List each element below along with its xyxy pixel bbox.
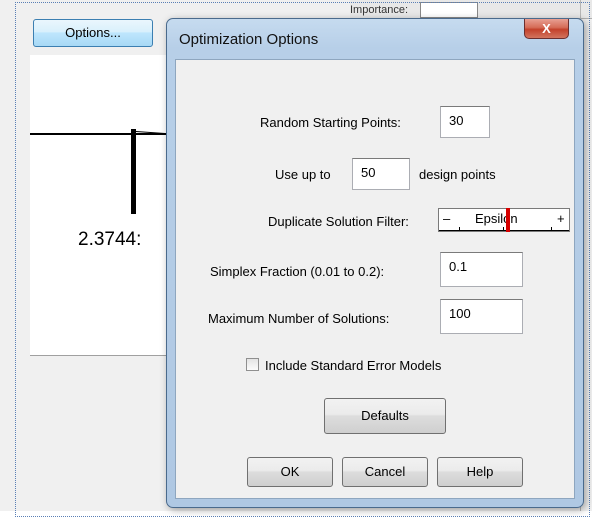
design-points-suffix-label: design points xyxy=(419,167,496,182)
ok-button[interactable]: OK xyxy=(247,457,333,487)
dialog-title: Optimization Options xyxy=(179,31,319,48)
plot-area: 2.3744: xyxy=(30,55,196,356)
design-points-input[interactable]: 50 xyxy=(352,158,410,190)
simplex-fraction-label: Simplex Fraction (0.01 to 0.2): xyxy=(210,264,385,279)
cancel-button[interactable]: Cancel xyxy=(342,457,428,487)
options-button[interactable]: Options... xyxy=(33,19,153,47)
slider-tick xyxy=(551,227,552,231)
max-solutions-input[interactable]: 100 xyxy=(440,299,523,334)
duplicate-filter-slider[interactable]: – Epsilon + xyxy=(438,208,570,232)
design-points-prefix-label: Use up to xyxy=(275,167,331,182)
slider-tick xyxy=(503,227,504,231)
random-starting-points-input[interactable]: 30 xyxy=(440,106,490,138)
dialog-client-area: Random Starting Points: 30 Use up to 50 … xyxy=(175,59,575,499)
random-starting-points-label: Random Starting Points: xyxy=(260,115,401,130)
max-solutions-label: Maximum Number of Solutions: xyxy=(208,311,390,326)
include-error-models-checkbox[interactable] xyxy=(246,358,259,371)
close-button[interactable]: X xyxy=(524,19,569,39)
duplicate-filter-label: Duplicate Solution Filter: xyxy=(268,214,409,229)
plot-value: 2.3744: xyxy=(78,229,142,250)
close-icon: X xyxy=(542,21,551,36)
optimization-options-dialog: Optimization Options X Random Starting P… xyxy=(166,18,584,508)
slider-thumb[interactable] xyxy=(506,208,510,232)
slider-tick xyxy=(459,227,460,231)
plot-line xyxy=(30,133,170,135)
simplex-fraction-input[interactable]: 0.1 xyxy=(440,252,523,287)
include-error-models-label: Include Standard Error Models xyxy=(265,358,442,373)
help-button[interactable]: Help xyxy=(437,457,523,487)
plot-bar xyxy=(131,129,136,214)
slider-minus-icon: – xyxy=(443,211,451,226)
slider-epsilon-label: Epsilon xyxy=(475,211,518,226)
slider-plus-icon: + xyxy=(557,211,565,226)
defaults-button[interactable]: Defaults xyxy=(324,398,446,434)
